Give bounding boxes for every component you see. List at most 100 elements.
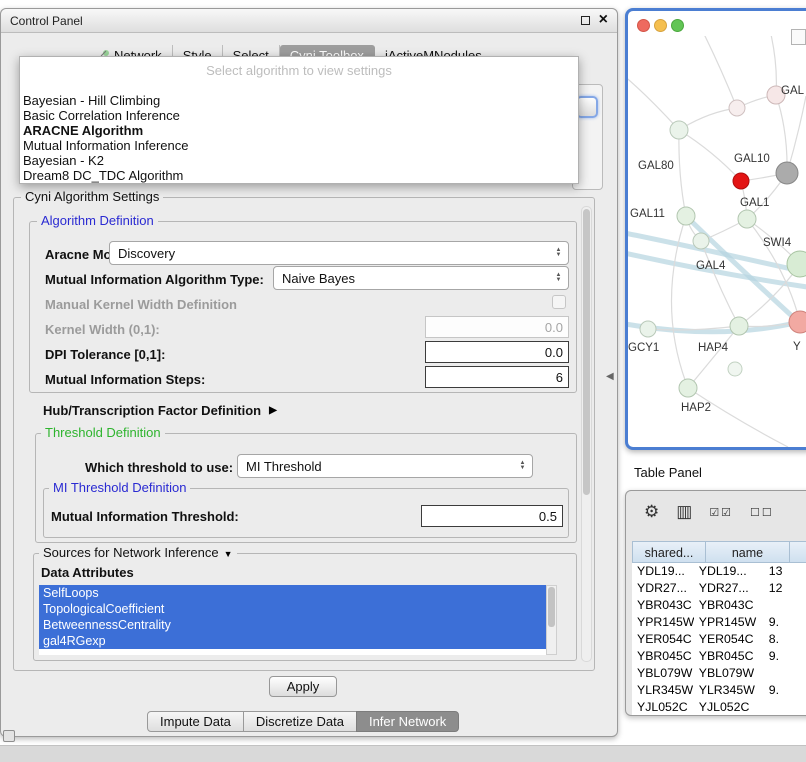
column-header[interactable]: name [706,541,790,563]
table-row[interactable]: YBR045CYBR045C9. [632,648,806,665]
network-edge [679,130,686,216]
hub-definition-toggle[interactable]: Hub/Transcription Factor Definition ▶ [43,403,277,418]
table-row[interactable]: YER054CYER054C8. [632,631,806,648]
attributes-scrollbar-thumb[interactable] [548,587,555,627]
table-cell: YBR045C [694,648,764,665]
network-node[interactable] [789,311,806,333]
table-cell: 9. [764,648,806,665]
table-row[interactable]: YLR345WYLR345W9. [632,682,806,699]
mac-minimize-button[interactable] [654,19,667,32]
focused-button-fragment[interactable] [576,96,598,118]
table-row[interactable]: YPR145WYPR145W9. [632,614,806,631]
table-cell: YDR27... [632,580,694,597]
attribute-item[interactable]: gal4RGexp [39,633,546,649]
stepper-updown-icon: ▲▼ [552,273,568,283]
algorithm-option[interactable]: Bayesian - K2 [20,153,578,168]
algorithm-option[interactable]: Mutual Information Inference [20,138,578,153]
tab-impute-data[interactable]: Impute Data [147,711,244,732]
network-node[interactable] [733,173,749,189]
stepper-down-icon: ▼ [556,278,562,283]
mi-type-select[interactable]: Naive Bayes ▲▼ [273,266,569,290]
table-cell: 8. [764,631,806,648]
network-node[interactable] [776,162,798,184]
manual-kernel-checkbox[interactable] [552,295,566,309]
table-cell: 9. [764,682,806,699]
table-cell: YJL052C [694,699,764,715]
deselect-all-columns-icon[interactable]: ☐☐ [750,506,774,519]
network-edge [702,36,737,108]
algorithm-option[interactable]: Bayesian - Hill Climbing [20,93,578,108]
aracne-mode-select[interactable]: Discovery ▲▼ [109,241,569,265]
network-node[interactable] [728,362,742,376]
apply-button[interactable]: Apply [269,676,337,697]
table-toolbar: ⚙ ▥ ☑☑ ☐☐ [644,499,774,525]
control-panel-titlebar[interactable]: Control Panel × [1,9,617,33]
attributes-scrollbar[interactable] [546,585,557,655]
column-header[interactable]: shared... [632,541,706,563]
table-row[interactable]: YBR043CYBR043C [632,597,806,614]
settings-scrollbar[interactable] [581,206,592,662]
kernel-width-input[interactable] [425,316,569,338]
mi-steps-input[interactable] [425,366,569,388]
attribute-item[interactable]: TopologicalCoefficient [39,601,546,617]
table-cell: YER054C [632,631,694,648]
table-row[interactable]: YDL19...YDL19...13 [632,563,806,580]
network-node[interactable] [679,379,697,397]
network-node-label: GAL4 [696,260,726,272]
network-node[interactable] [670,121,688,139]
table-cell [764,699,806,715]
network-canvas[interactable]: GALGAL80GAL10GAL11GAL1SWI4GAL4GCY1HAP4YH… [628,36,806,447]
table-row[interactable]: YBL079WYBL079W [632,665,806,682]
table-cell: YBR045C [632,648,694,665]
column-header[interactable] [790,541,806,563]
tab-discretize-data[interactable]: Discretize Data [243,711,357,732]
algorithm-dropdown-popup: Select algorithm to view settings Bayesi… [19,56,579,184]
select-all-columns-icon[interactable]: ☑☑ [709,506,733,519]
sources-group-toggle[interactable]: Sources for Network Inference▼ [39,545,237,560]
network-node[interactable] [729,100,745,116]
tab-infer-network[interactable]: Infer Network [356,711,459,732]
network-node[interactable] [738,210,756,228]
algorithm-option[interactable]: ARACNE Algorithm [20,123,578,138]
panel-splitter-icon[interactable]: ◀ [606,371,614,382]
network-edge [776,95,787,173]
which-threshold-select[interactable]: MI Threshold ▲▼ [237,454,533,478]
table-cell: YER054C [694,631,764,648]
algorithm-option[interactable]: Basic Correlation Inference [20,108,578,123]
threshold-definition-title: Threshold Definition [41,425,165,440]
network-node[interactable] [677,207,695,225]
mac-zoom-button[interactable] [671,19,684,32]
show-columns-icon[interactable]: ▥ [676,502,692,522]
algorithm-option[interactable]: Dream8 DC_TDC Algorithm [20,168,578,183]
mac-close-button[interactable] [637,19,650,32]
table-cell: 13 [764,563,806,580]
attribute-item[interactable]: SelfLoops [39,585,546,601]
float-window-icon[interactable] [581,16,590,25]
network-node[interactable] [787,251,806,277]
network-scrollbar-stub[interactable] [791,29,806,45]
chevron-right-icon: ▶ [269,405,277,416]
chevron-down-icon: ▼ [224,549,233,559]
close-icon[interactable]: × [599,11,608,29]
table-cell: YDL19... [694,563,764,580]
table-row[interactable]: YDR27...YDR27...12 [632,580,806,597]
which-threshold-value: MI Threshold [238,459,516,474]
network-node[interactable] [693,233,709,249]
table-cell: YBR043C [694,597,764,614]
settings-gear-icon[interactable]: ⚙ [644,502,659,522]
algorithm-dropdown-placeholder: Select algorithm to view settings [20,60,578,81]
table-row[interactable]: YJL052CYJL052C [632,699,806,715]
dpi-tolerance-input[interactable] [425,341,569,363]
network-edge [628,74,679,130]
mi-threshold-input[interactable] [421,505,563,527]
network-edge [688,388,788,447]
table-cell [764,665,806,682]
network-node[interactable] [640,321,656,337]
mi-type-label: Mutual Information Algorithm Type: [45,272,264,287]
network-node-label: Y [793,341,801,353]
attribute-item[interactable]: BetweennessCentrality [39,617,546,633]
settings-scrollbar-thumb[interactable] [583,209,590,495]
network-node-label: GCY1 [628,342,659,354]
collapsed-panel-icon[interactable] [3,730,15,742]
network-node[interactable] [730,317,748,335]
